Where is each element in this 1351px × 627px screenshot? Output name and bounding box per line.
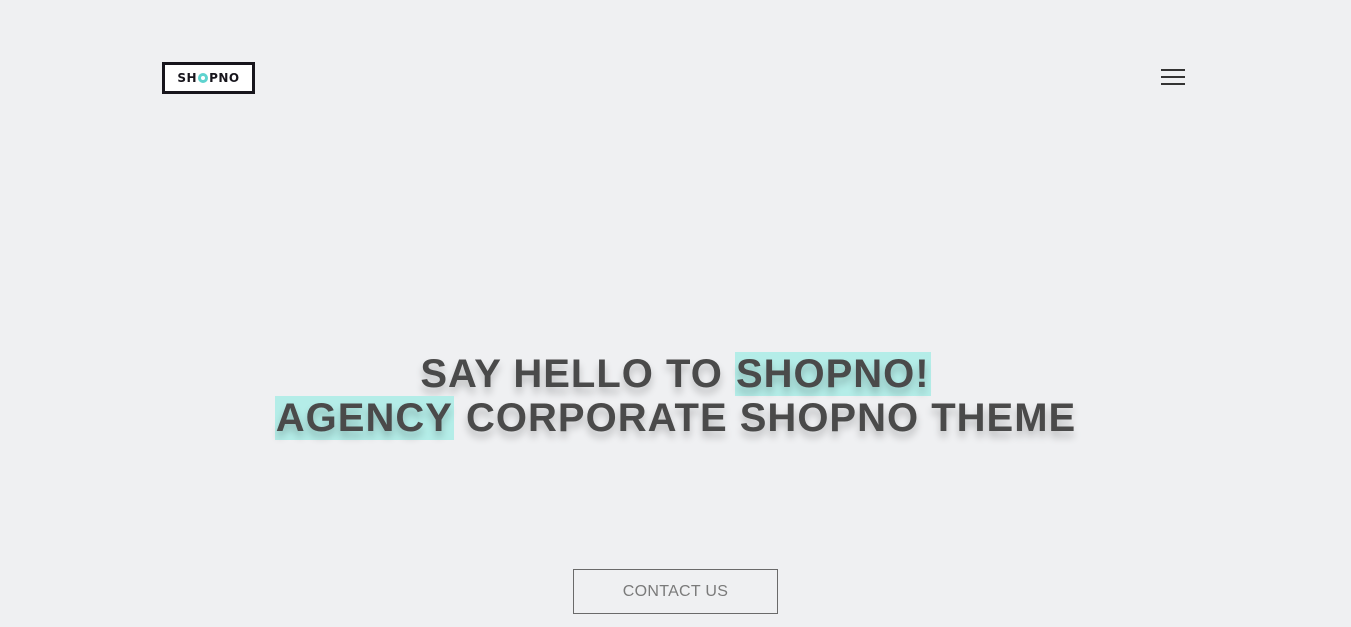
hero-line-1: SAY HELLO TO SHOPNO! [0, 352, 1351, 396]
hamburger-menu-icon[interactable] [1159, 66, 1187, 88]
hero-heading: SAY HELLO TO SHOPNO! AGENCY CORPORATE SH… [0, 352, 1351, 440]
logo-text-start: SH [177, 71, 198, 85]
logo-ring-icon [198, 73, 209, 83]
hero-line-2-text: CORPORATE SHOPNO THEME [453, 396, 1077, 440]
hero-line-1-text: SAY HELLO TO [420, 352, 735, 396]
logo[interactable]: SH PNO [162, 62, 255, 94]
contact-us-button[interactable]: CONTACT US [573, 569, 778, 614]
logo-wordmark: SH PNO [177, 71, 239, 85]
logo-text-end: PNO [209, 71, 240, 85]
hero-highlight-shopno: SHOPNO! [734, 352, 931, 396]
hero-line-2: AGENCY CORPORATE SHOPNO THEME [0, 396, 1351, 440]
hero-highlight-agency: AGENCY [274, 396, 454, 440]
